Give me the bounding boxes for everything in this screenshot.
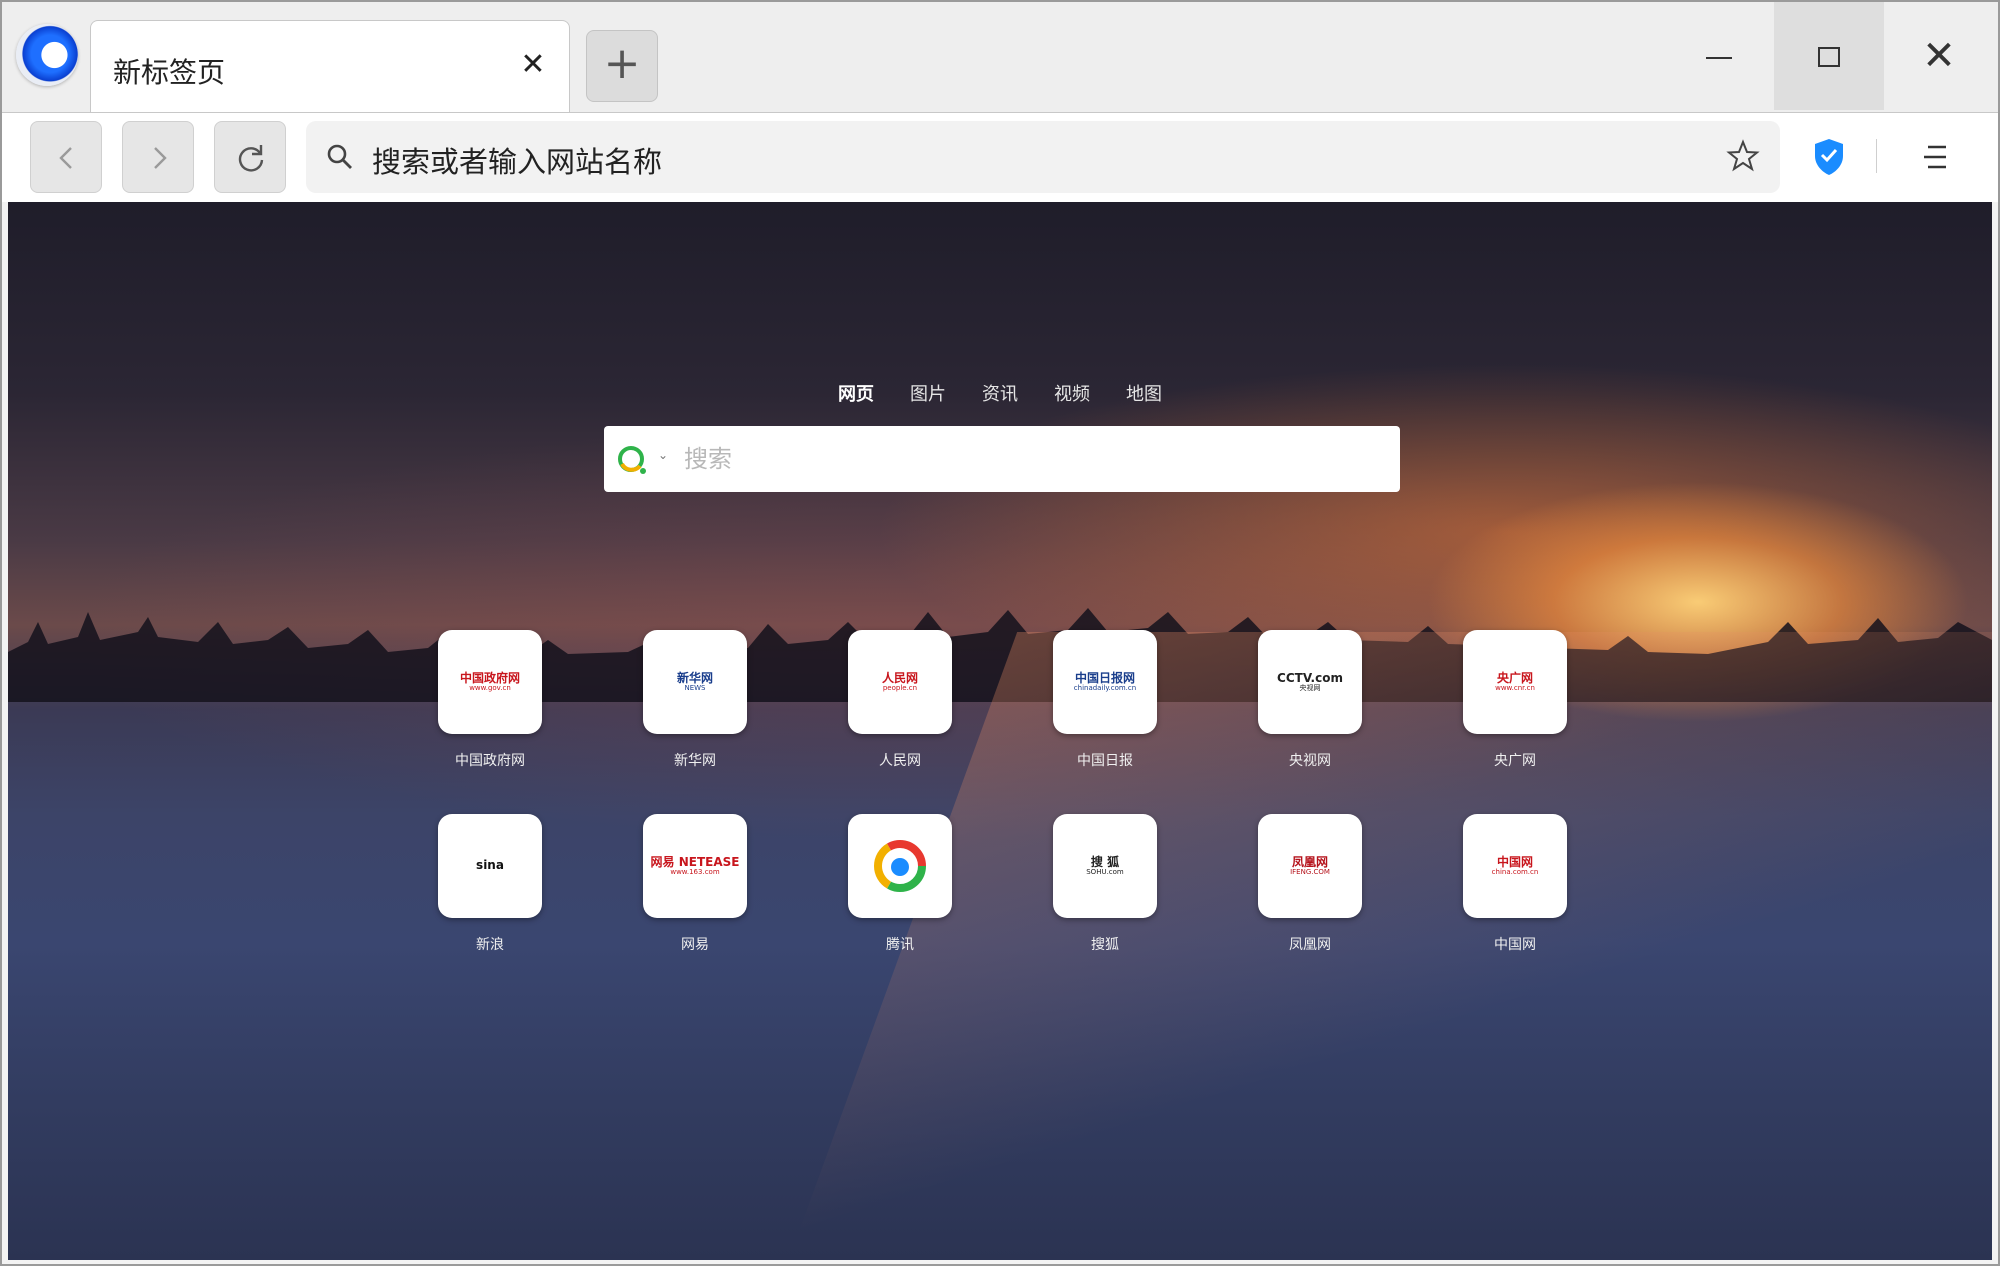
speed-dial-label[interactable]: 搜狐 — [1053, 934, 1157, 954]
site-logo-icon[interactable] — [848, 814, 952, 918]
speed-dial-label[interactable]: 央视网 — [1258, 750, 1362, 770]
site-logo-subtext: chinadaily.com.cn — [1073, 683, 1137, 692]
bookmark-star-icon[interactable] — [1726, 139, 1760, 173]
title-bar: 新标签页 ✕ + ✕ — [2, 2, 1998, 114]
site-logo-subtext: people.cn — [882, 683, 918, 692]
minimize-icon — [1706, 56, 1732, 59]
site-logo-icon[interactable]: 央广网 www.cnr.cn — [1463, 630, 1567, 734]
speed-dial-label[interactable]: 央广网 — [1463, 750, 1567, 770]
site-logo-text: CCTV.com — [1277, 670, 1343, 685]
speed-dial-label[interactable]: 新浪 — [438, 934, 542, 954]
site-logo-subtext: IFENG.COM — [1290, 867, 1330, 876]
speed-dial-tile[interactable]: 网易 NETEASE www.163.com 网易 — [643, 814, 747, 954]
close-window-button[interactable]: ✕ — [1884, 2, 1994, 110]
tab-new-tab[interactable]: 新标签页 ✕ — [90, 20, 570, 114]
site-logo-subtext: SOHU.com — [1086, 867, 1124, 876]
speed-dial-tile[interactable]: 新华网 NEWS 新华网 — [643, 630, 747, 770]
site-logo-text: 凤凰网 — [1291, 854, 1328, 869]
site-logo-subtext: www.gov.cn — [469, 683, 511, 692]
speed-dial-tile[interactable]: 凤凰网 IFENG.COM 凤凰网 — [1258, 814, 1362, 954]
search-tab-3[interactable]: 视频 — [1054, 380, 1090, 406]
maximize-button[interactable] — [1774, 2, 1884, 110]
search-engine-logo-icon[interactable] — [616, 444, 648, 476]
speed-dial-tile[interactable]: sina 新浪 — [438, 814, 542, 954]
site-logo-text: 中国政府网 — [459, 670, 520, 685]
site-logo-text: 中国网 — [1496, 854, 1533, 869]
back-button[interactable] — [30, 121, 102, 193]
toolbar: 搜索或者输入网站名称 — [2, 112, 1998, 202]
site-logo-subtext: www.163.com — [670, 867, 720, 876]
tab-title: 新标签页 — [113, 56, 226, 89]
speed-dial-label[interactable]: 人民网 — [848, 750, 952, 770]
page-search-box[interactable]: ⌄ — [604, 426, 1400, 492]
speed-dial-label[interactable]: 网易 — [643, 934, 747, 954]
minimize-button[interactable] — [1664, 2, 1774, 110]
site-logo-text: 新华网 — [676, 670, 713, 685]
chevron-left-icon — [59, 147, 72, 169]
reload-button[interactable] — [214, 121, 286, 193]
speed-dial-label[interactable]: 腾讯 — [848, 934, 952, 954]
speed-dial-label[interactable]: 新华网 — [643, 750, 747, 770]
background-light — [798, 632, 1992, 1232]
forward-button[interactable] — [122, 121, 194, 193]
site-logo-text: 网易 NETEASE — [650, 854, 740, 869]
site-logo-icon[interactable]: 凤凰网 IFENG.COM — [1258, 814, 1362, 918]
site-logo-icon[interactable]: 新华网 NEWS — [643, 630, 747, 734]
page-search-input[interactable] — [684, 436, 1384, 482]
reload-icon — [238, 145, 264, 172]
engine-dropdown-icon[interactable]: ⌄ — [658, 448, 668, 462]
speed-dial-label[interactable]: 中国政府网 — [438, 750, 542, 770]
search-tab-2[interactable]: 资讯 — [982, 380, 1018, 406]
browser-window: 新标签页 ✕ + ✕ 搜索或者输入网站名称 网页 图片 资讯 视频 地图 ⌄ 搜… — [0, 0, 2000, 1266]
site-logo-icon[interactable]: 中国网 china.com.cn — [1463, 814, 1567, 918]
site-logo-icon[interactable]: 搜 狐 SOHU.com — [1053, 814, 1157, 918]
search-tab-4[interactable]: 地图 — [1126, 380, 1162, 406]
speed-dial-tile[interactable]: 中国政府网 www.gov.cn 中国政府网 — [438, 630, 542, 770]
site-logo-icon[interactable]: 网易 NETEASE www.163.com — [643, 814, 747, 918]
speed-dial-label[interactable]: 凤凰网 — [1258, 934, 1362, 954]
speed-dial-label[interactable]: 中国网 — [1463, 934, 1567, 954]
speed-dial-tile[interactable]: 人民网 people.cn 人民网 — [848, 630, 952, 770]
new-tab-button[interactable]: + — [586, 30, 658, 102]
shield-icon[interactable] — [1812, 137, 1846, 177]
menu-icon[interactable] — [1922, 141, 1952, 173]
tab-close-icon[interactable]: ✕ — [515, 47, 551, 83]
speed-dial-tile[interactable]: 搜 狐 SOHU.com 搜狐 — [1053, 814, 1157, 954]
speed-dial-tile[interactable]: 腾讯 — [848, 814, 952, 954]
search-icon — [327, 144, 352, 169]
search-tab-1[interactable]: 图片 — [910, 380, 946, 406]
site-logo-icon[interactable]: 中国政府网 www.gov.cn — [438, 630, 542, 734]
new-tab-page: 网页图片资讯视频地图 ⌄ 中国政府网www.gov.cn中国政府网新华网NEWS… — [8, 202, 1992, 1260]
chevron-right-icon — [154, 147, 167, 169]
tencent-logo-icon — [874, 840, 926, 892]
site-logo-text: sina — [476, 858, 504, 873]
site-logo-subtext: 央视网 — [1299, 683, 1321, 692]
site-logo-text: 搜 狐 — [1090, 854, 1120, 869]
speed-dial-tile[interactable]: 中国网 china.com.cn 中国网 — [1463, 814, 1567, 954]
maximize-icon — [1818, 46, 1840, 67]
address-placeholder[interactable]: 搜索或者输入网站名称 — [372, 139, 662, 181]
site-logo-subtext: www.cnr.cn — [1495, 683, 1535, 692]
site-logo-icon[interactable]: 人民网 people.cn — [848, 630, 952, 734]
site-logo-text: 中国日报网 — [1074, 670, 1135, 685]
site-logo-subtext: NEWS — [684, 683, 706, 692]
site-logo-text: 人民网 — [881, 670, 918, 685]
search-category-tabs: 网页 图片 资讯 视频 地图 — [8, 380, 1992, 406]
site-logo-subtext: china.com.cn — [1491, 867, 1539, 876]
speed-dial-tile[interactable]: 央广网 www.cnr.cn 央广网 — [1463, 630, 1567, 770]
site-logo-icon[interactable]: 中国日报网 chinadaily.com.cn — [1053, 630, 1157, 734]
speed-dial-tile[interactable]: CCTV.com 央视网 央视网 — [1258, 630, 1362, 770]
site-logo-icon[interactable]: CCTV.com 央视网 — [1258, 630, 1362, 734]
speed-dial-label[interactable]: 中国日报 — [1053, 750, 1157, 770]
browser-logo-icon — [16, 24, 78, 86]
address-bar[interactable]: 搜索或者输入网站名称 — [306, 121, 1780, 193]
site-logo-text: 央广网 — [1496, 670, 1533, 685]
site-logo-icon[interactable]: sina — [438, 814, 542, 918]
speed-dial-tile[interactable]: 中国日报网 chinadaily.com.cn 中国日报 — [1053, 630, 1157, 770]
search-tab-0[interactable]: 网页 — [838, 380, 874, 406]
toolbar-divider — [1876, 139, 1877, 173]
